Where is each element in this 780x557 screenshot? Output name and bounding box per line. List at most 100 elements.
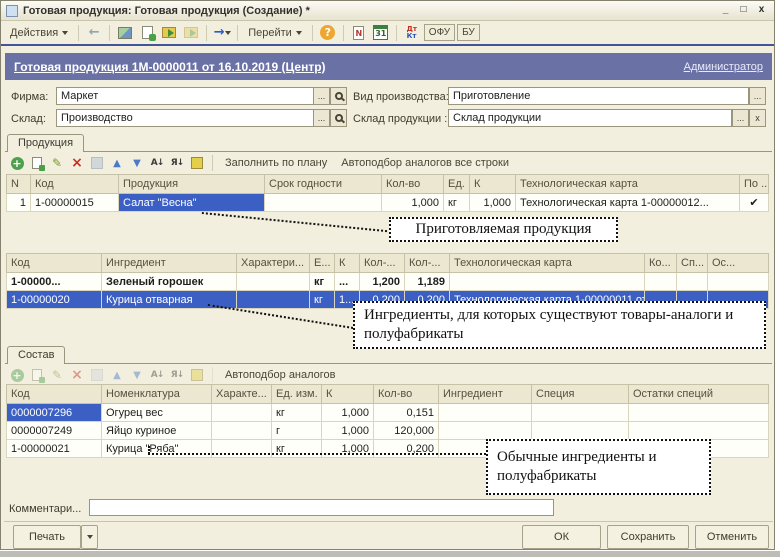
document-title-link[interactable]: Готовая продукция 1М-0000011 от 16.10.20… <box>14 60 326 74</box>
save-grid-icon[interactable] <box>89 155 105 171</box>
table-cell[interactable]: 1,000 <box>322 404 374 422</box>
table-cell[interactable]: кг <box>272 404 322 422</box>
table-cell[interactable] <box>708 273 769 291</box>
table-cell[interactable]: 0,151 <box>374 404 439 422</box>
table-cell[interactable]: 1 <box>7 194 31 212</box>
goto-menu-button[interactable]: Перейти <box>243 25 307 41</box>
table-cell[interactable] <box>212 404 272 422</box>
sort-desc-icon[interactable]: Я↓ <box>169 155 185 171</box>
output-icon[interactable]: → <box>212 24 232 42</box>
move-down-icon[interactable]: ▼ <box>129 367 145 383</box>
move-up-icon[interactable]: ▲ <box>109 155 125 171</box>
table-cell[interactable]: 1-00000015 <box>31 194 119 212</box>
edit-row-icon[interactable]: ✎ <box>49 367 65 383</box>
column-header[interactable]: Кол-во <box>382 175 444 194</box>
autoselect-analogs-button[interactable]: Автоподбор аналогов <box>220 369 341 381</box>
column-header[interactable]: Код <box>7 385 102 404</box>
table-cell[interactable]: Технологическая карта 1-00000012... <box>516 194 740 212</box>
fill-icon[interactable] <box>189 155 205 171</box>
delete-row-icon[interactable]: × <box>69 155 85 171</box>
table-cell[interactable]: кг <box>310 291 335 309</box>
dt-kt-icon[interactable]: ДтКт <box>402 24 422 42</box>
print-button[interactable]: Печать <box>13 525 81 549</box>
autoselect-analogs-all-button[interactable]: Автоподбор аналогов все строки <box>336 157 514 169</box>
table-cell[interactable]: 0000007296 <box>7 404 102 422</box>
table-cell[interactable] <box>645 273 677 291</box>
add-row-icon[interactable]: + <box>9 155 25 171</box>
copy-document-icon[interactable] <box>137 24 157 42</box>
fill-by-plan-button[interactable]: Заполнить по плану <box>220 157 332 169</box>
firm-open-button[interactable] <box>330 87 347 105</box>
maximize-button[interactable]: □ <box>736 4 751 17</box>
copy-row-icon[interactable] <box>29 155 45 171</box>
comment-field[interactable] <box>89 499 554 516</box>
production-type-select-button[interactable]: ... <box>749 87 766 105</box>
help-icon[interactable]: ? <box>318 24 338 42</box>
table-cell[interactable]: 1-00000020 <box>7 291 102 309</box>
move-down-icon[interactable]: ▼ <box>129 155 145 171</box>
product-warehouse-clear-button[interactable]: x <box>749 109 766 127</box>
column-header[interactable]: Ингредиент <box>102 254 237 273</box>
firm-select-button[interactable]: ... <box>313 87 330 105</box>
table-cell[interactable] <box>237 273 310 291</box>
fill-icon[interactable] <box>189 367 205 383</box>
table-cell[interactable] <box>532 404 629 422</box>
column-header[interactable]: К <box>322 385 374 404</box>
column-header[interactable]: По ... <box>740 175 769 194</box>
cancel-button[interactable]: Отменить <box>695 525 769 549</box>
product-warehouse-select-button[interactable]: ... <box>732 109 749 127</box>
add-row-icon[interactable]: + <box>9 367 25 383</box>
column-header[interactable]: Код <box>31 175 119 194</box>
table-row[interactable]: 11-00000015Салат "Весна"1,000кг1,000Техн… <box>7 194 769 212</box>
save-button[interactable]: Сохранить <box>607 525 689 549</box>
column-header[interactable]: Срок годности <box>265 175 382 194</box>
picture-icon[interactable] <box>115 24 135 42</box>
column-header[interactable]: Специя <box>532 385 629 404</box>
table-cell[interactable]: 1-00000... <box>7 273 102 291</box>
column-header[interactable]: К <box>335 254 360 273</box>
move-up-icon[interactable]: ▲ <box>109 367 125 383</box>
table-cell[interactable] <box>629 422 769 440</box>
close-button[interactable]: x <box>754 4 769 17</box>
table-cell[interactable]: 1,000 <box>382 194 444 212</box>
column-header[interactable]: Ингредиент <box>439 385 532 404</box>
column-header[interactable]: Е... <box>310 254 335 273</box>
column-header[interactable]: Остатки специй <box>629 385 769 404</box>
column-header[interactable]: Характери... <box>237 254 310 273</box>
table-cell[interactable] <box>439 404 532 422</box>
table-cell[interactable]: ✔ <box>740 194 769 212</box>
sort-asc-icon[interactable]: А↓ <box>149 155 165 171</box>
warehouse-open-button[interactable] <box>330 109 347 127</box>
back-icon[interactable]: ← <box>84 24 104 42</box>
production-type-field[interactable]: Приготовление <box>448 87 749 105</box>
column-header[interactable]: Кол-... <box>360 254 405 273</box>
tab-composition[interactable]: Состав <box>7 346 65 364</box>
column-header[interactable]: Кол-... <box>405 254 450 273</box>
ok-button[interactable]: ОК <box>522 525 601 549</box>
table-cell[interactable] <box>237 291 310 309</box>
calendar-icon[interactable]: 31 <box>371 24 391 42</box>
column-header[interactable]: Характе... <box>212 385 272 404</box>
restore-values-icon[interactable] <box>181 24 201 42</box>
product-warehouse-field[interactable]: Склад продукции <box>448 109 732 127</box>
table-cell[interactable]: ... <box>335 273 360 291</box>
author-link[interactable]: Администратор <box>684 61 763 73</box>
table-cell[interactable] <box>677 273 708 291</box>
column-header[interactable]: Сп... <box>677 254 708 273</box>
sort-desc-icon[interactable]: Я↓ <box>169 367 185 383</box>
column-header[interactable]: Ед. изм. <box>272 385 322 404</box>
table-row[interactable]: 0000007296Огурец вескг1,0000,151 <box>7 404 769 422</box>
save-grid-icon[interactable] <box>89 367 105 383</box>
warehouse-field[interactable]: Производство <box>56 109 314 127</box>
column-header[interactable]: Кол-во <box>374 385 439 404</box>
table-cell[interactable]: 1,200 <box>360 273 405 291</box>
sort-asc-icon[interactable]: А↓ <box>149 367 165 383</box>
table-row[interactable]: 0000007249Яйцо куриноег1,000120,000 <box>7 422 769 440</box>
print-dropdown-button[interactable] <box>81 525 98 549</box>
delete-row-icon[interactable]: × <box>69 367 85 383</box>
document-structure-icon[interactable]: N <box>349 24 369 42</box>
column-header[interactable]: Код <box>7 254 102 273</box>
ofu-toggle-button[interactable]: ОФУ <box>424 24 455 41</box>
table-cell[interactable]: Салат "Весна" <box>119 194 265 212</box>
table-cell[interactable]: Зеленый горошек <box>102 273 237 291</box>
